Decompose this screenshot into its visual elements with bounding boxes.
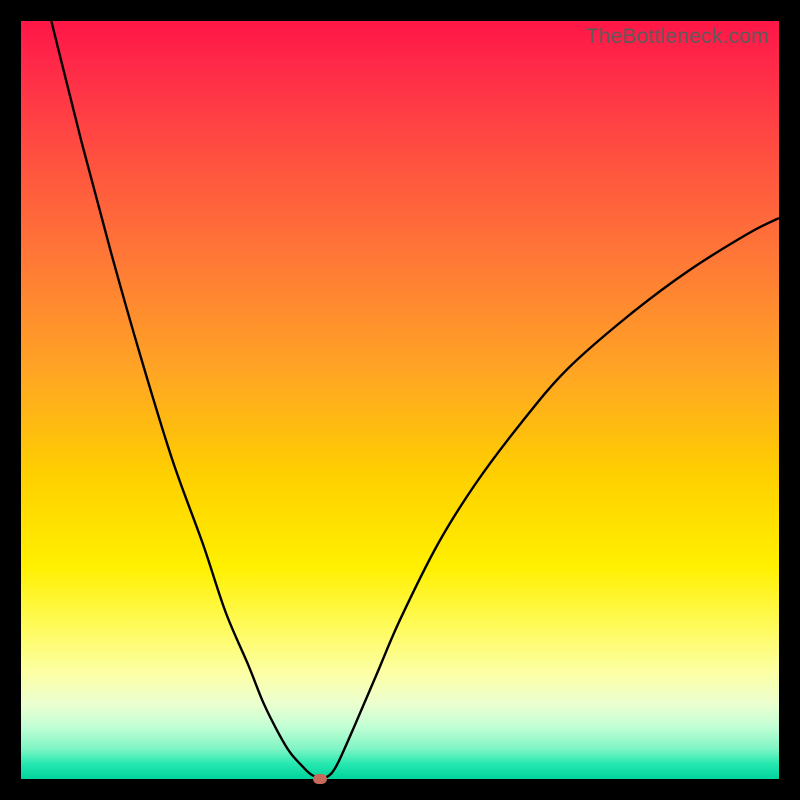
watermark-label: TheBottleneck.com [586, 25, 769, 49]
plot-area: TheBottleneck.com [21, 21, 779, 779]
chart-frame: TheBottleneck.com [0, 0, 800, 800]
optimum-marker-icon [313, 774, 327, 784]
bottleneck-curve [21, 21, 779, 779]
